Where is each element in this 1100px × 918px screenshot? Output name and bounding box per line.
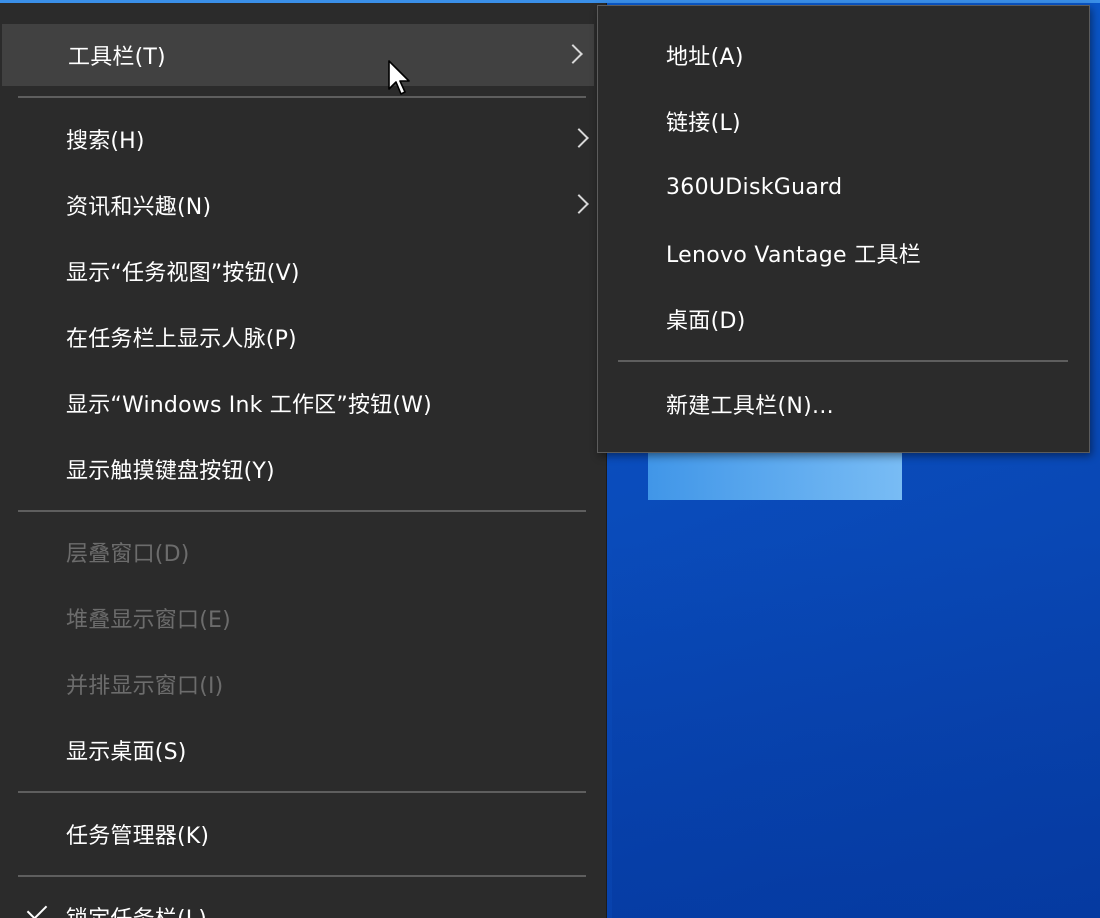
submenu-item-label: 新建工具栏(N)...	[666, 394, 834, 419]
submenu-item-label: 360UDiskGuard	[666, 174, 843, 200]
menu-separator	[18, 875, 586, 877]
menu-item-toolbars[interactable]: 工具栏(T)	[2, 24, 594, 86]
submenu-separator	[618, 360, 1068, 362]
menu-item-lock-taskbar[interactable]: 锁定任务栏(L)	[0, 886, 600, 918]
toolbars-submenu: 地址(A) 链接(L) 360UDiskGuard Lenovo Vantage…	[597, 5, 1090, 453]
menu-item-task-manager[interactable]: 任务管理器(K)	[0, 803, 600, 865]
menu-item-label: 显示“Windows Ink 工作区”按钮(W)	[66, 393, 432, 418]
submenu-item-lenovo-vantage[interactable]: Lenovo Vantage 工具栏	[598, 222, 1089, 284]
menu-item-label: 显示“任务视图”按钮(V)	[66, 261, 300, 286]
menu-item-show-windows-ink[interactable]: 显示“Windows Ink 工作区”按钮(W)	[0, 372, 600, 434]
menu-item-label: 显示桌面(S)	[66, 740, 187, 765]
submenu-item-label: 地址(A)	[666, 45, 744, 70]
menu-item-label: 资讯和兴趣(N)	[66, 195, 212, 220]
checkmark-icon	[26, 899, 48, 918]
menu-item-label: 堆叠显示窗口(E)	[66, 608, 231, 633]
menu-item-label: 任务管理器(K)	[66, 824, 210, 849]
menu-separator	[18, 791, 586, 793]
menu-item-cascade-windows[interactable]: 层叠窗口(D)	[0, 521, 600, 583]
menu-item-news-interests[interactable]: 资讯和兴趣(N)	[0, 174, 600, 236]
menu-item-show-desktop[interactable]: 显示桌面(S)	[0, 719, 600, 781]
submenu-item-label: 桌面(D)	[666, 309, 746, 334]
menu-item-label: 层叠窗口(D)	[66, 542, 190, 567]
menu-item-label: 锁定任务栏(L)	[66, 901, 207, 918]
submenu-item-new-toolbar[interactable]: 新建工具栏(N)...	[598, 373, 1089, 435]
submenu-item-links[interactable]: 链接(L)	[598, 90, 1089, 152]
mouse-pointer-icon	[388, 60, 410, 95]
chevron-right-icon	[569, 128, 589, 148]
menu-item-show-touch-keyboard[interactable]: 显示触摸键盘按钮(Y)	[0, 438, 600, 500]
submenu-item-label: 链接(L)	[666, 111, 741, 136]
chevron-right-icon	[563, 44, 583, 64]
menu-item-show-people[interactable]: 在任务栏上显示人脉(P)	[0, 306, 600, 368]
submenu-item-label: Lenovo Vantage 工具栏	[666, 243, 922, 268]
menu-item-side-by-side[interactable]: 并排显示窗口(I)	[0, 653, 600, 715]
menu-item-label: 在任务栏上显示人脉(P)	[66, 327, 297, 352]
menu-separator	[18, 96, 586, 98]
menu-item-label: 搜索(H)	[66, 129, 145, 154]
taskbar-context-menu: 工具栏(T) 搜索(H) 资讯和兴趣(N) 显示“任务视图”按钮(V) 在任务栏…	[0, 3, 607, 918]
wallpaper-shadow	[612, 540, 1100, 918]
menu-item-label: 工具栏(T)	[68, 45, 166, 70]
menu-item-show-task-view[interactable]: 显示“任务视图”按钮(V)	[0, 240, 600, 302]
menu-item-stack-windows[interactable]: 堆叠显示窗口(E)	[0, 587, 600, 649]
chevron-right-icon	[569, 194, 589, 214]
submenu-item-desktop[interactable]: 桌面(D)	[598, 288, 1089, 350]
menu-separator	[18, 510, 586, 512]
submenu-item-address[interactable]: 地址(A)	[598, 24, 1089, 86]
menu-item-label: 显示触摸键盘按钮(Y)	[66, 459, 275, 484]
screen: 工具栏(T) 搜索(H) 资讯和兴趣(N) 显示“任务视图”按钮(V) 在任务栏…	[0, 0, 1100, 918]
menu-item-label: 并排显示窗口(I)	[66, 674, 224, 699]
menu-item-search[interactable]: 搜索(H)	[0, 108, 600, 170]
submenu-item-360udiskguard[interactable]: 360UDiskGuard	[598, 156, 1089, 218]
